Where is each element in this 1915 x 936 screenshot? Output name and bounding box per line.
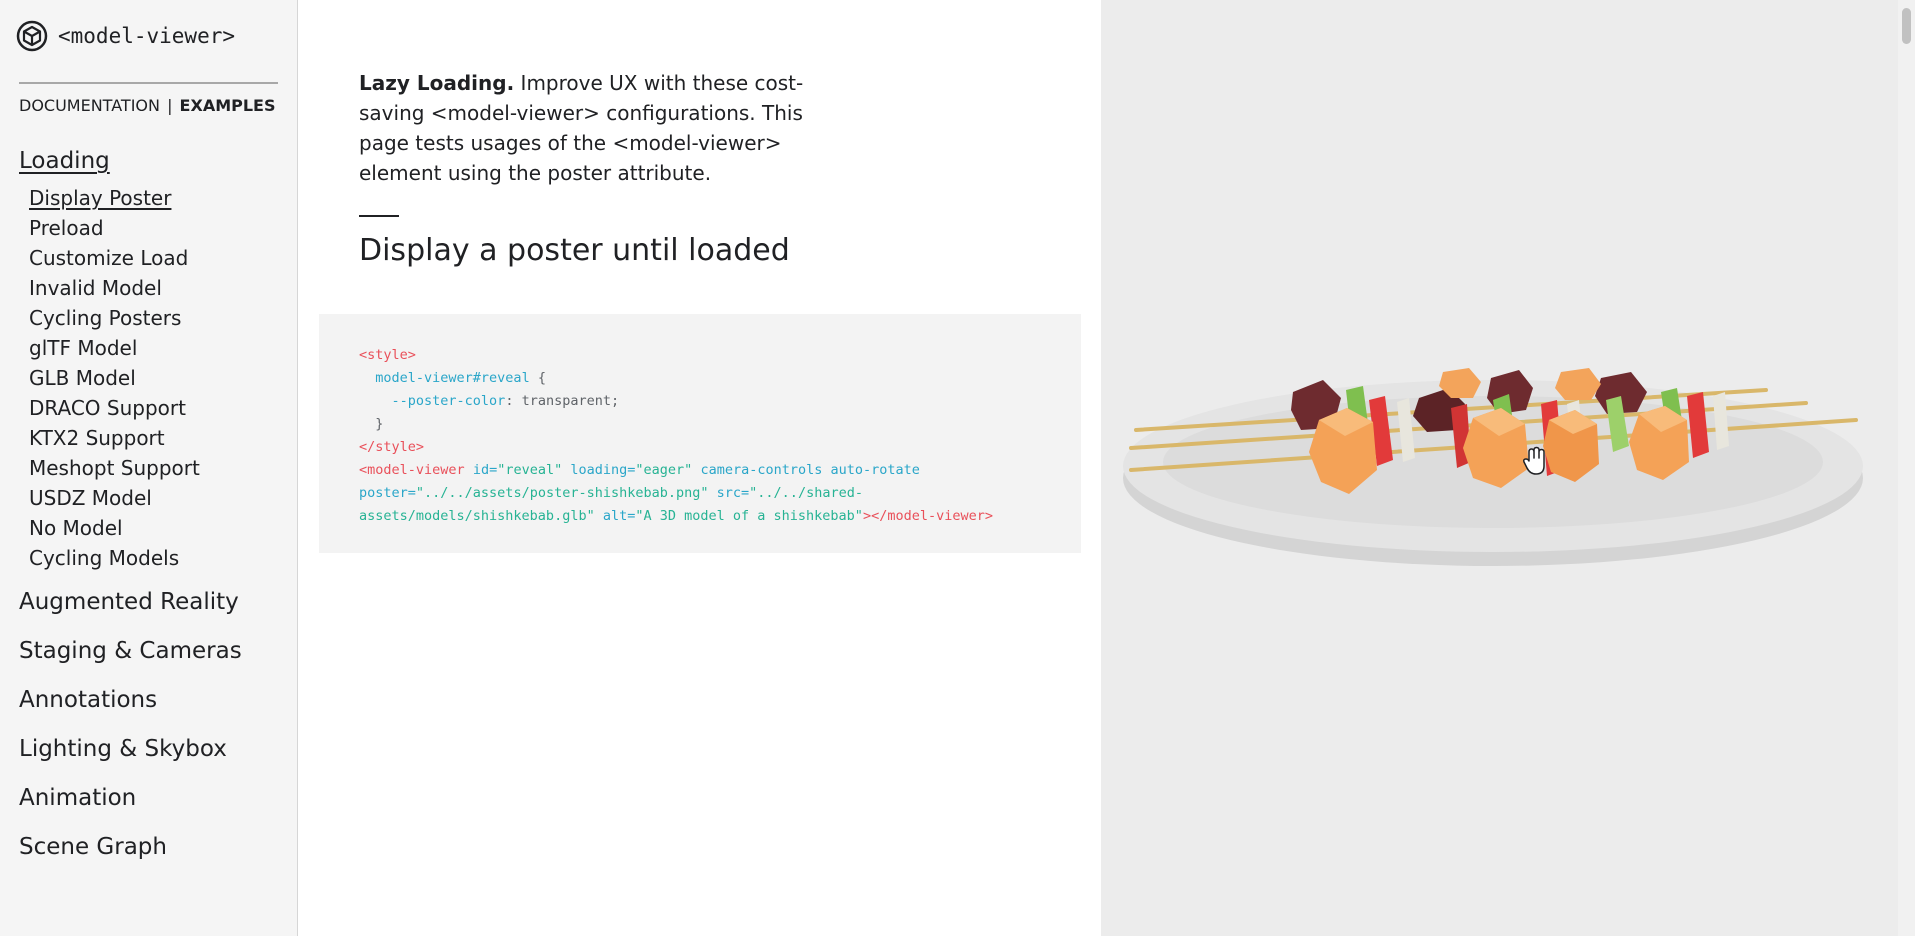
section-divider	[359, 215, 399, 217]
code-token: --poster-color	[391, 393, 506, 409]
category-loading[interactable]: Loading	[19, 148, 110, 174]
hand-grab-cursor-icon	[1523, 446, 1545, 475]
category-animation[interactable]: Animation	[19, 785, 136, 811]
code-token: alt=	[602, 508, 636, 524]
sidebar-item-preload[interactable]: Preload	[29, 216, 104, 240]
sidebar-item-meshopt-support[interactable]: Meshopt Support	[29, 456, 200, 480]
code-block[interactable]: <style> model-viewer#reveal { --poster-c…	[319, 314, 1081, 553]
sidebar-item-draco-support[interactable]: DRACO Support	[29, 396, 186, 420]
model-viewer-canvas[interactable]	[1101, 0, 1898, 936]
intro-paragraph: Lazy Loading. Improve UX with these cost…	[359, 68, 809, 188]
code-token: camera-controls auto-rotate	[700, 462, 920, 478]
nav-examples-link[interactable]: EXAMPLES	[180, 96, 276, 115]
code-token: loading=	[570, 462, 636, 478]
code-token: src=	[716, 485, 750, 501]
code-token: "../../assets/poster-shishkebab.png"	[415, 485, 709, 501]
sidebar-item-cycling-models[interactable]: Cycling Models	[29, 546, 179, 570]
sidebar-item-cycling-posters[interactable]: Cycling Posters	[29, 306, 181, 330]
code-token: : transparent;	[505, 393, 620, 409]
sidebar-item-glb-model[interactable]: GLB Model	[29, 366, 136, 390]
code-token: "reveal"	[497, 462, 563, 478]
sidebar-item-invalid-model[interactable]: Invalid Model	[29, 276, 162, 300]
brand-divider	[19, 82, 278, 84]
sidebar: <model-viewer> DOCUMENTATION | EXAMPLES …	[0, 0, 298, 936]
code-token: assets/models/shishkebab.glb"	[359, 508, 595, 524]
sidebar-item-ktx2-support[interactable]: KTX2 Support	[29, 426, 165, 450]
shishkebab-model	[1123, 368, 1863, 566]
category-augmented-reality[interactable]: Augmented Reality	[19, 589, 239, 615]
code-token: </style>	[359, 439, 425, 455]
page-scrollbar[interactable]	[1898, 0, 1915, 936]
main-content: Lazy Loading. Improve UX with these cost…	[299, 0, 1101, 936]
category-staging-cameras[interactable]: Staging & Cameras	[19, 638, 242, 664]
code-token: <model-viewer	[359, 462, 465, 478]
category-scene-graph[interactable]: Scene Graph	[19, 834, 167, 860]
code-token: "A 3D model of a shishkebab"	[635, 508, 863, 524]
nav-separator: |	[167, 96, 173, 115]
category-annotations[interactable]: Annotations	[19, 687, 157, 713]
brand[interactable]: <model-viewer>	[16, 20, 235, 52]
scrollbar-thumb[interactable]	[1902, 8, 1911, 44]
code-token: ></model-viewer>	[862, 508, 993, 524]
nav-documentation-link[interactable]: DOCUMENTATION	[19, 96, 160, 115]
sidebar-item-no-model[interactable]: No Model	[29, 516, 123, 540]
code-token: {	[529, 370, 546, 386]
code-token: "../../shared-	[749, 485, 863, 501]
brand-name: <model-viewer>	[58, 24, 236, 48]
code-token: model-viewer#reveal	[375, 370, 530, 386]
sidebar-item-customize-load[interactable]: Customize Load	[29, 246, 188, 270]
sidebar-item-display-poster[interactable]: Display Poster	[29, 186, 171, 210]
category-lighting-skybox[interactable]: Lighting & Skybox	[19, 736, 227, 762]
section-title: Display a poster until loaded	[359, 233, 790, 268]
sidebar-item-usdz-model[interactable]: USDZ Model	[29, 486, 152, 510]
model-viewer-cube-icon	[16, 20, 48, 52]
code-token: <style>	[359, 347, 416, 363]
code-token: "eager"	[635, 462, 693, 478]
code-token: id=	[472, 462, 498, 478]
code-token: poster=	[359, 485, 416, 501]
code-token: }	[375, 416, 384, 432]
top-nav: DOCUMENTATION | EXAMPLES	[19, 96, 276, 115]
intro-lead: Lazy Loading.	[359, 71, 515, 95]
sidebar-item-gltf-model[interactable]: glTF Model	[29, 336, 137, 360]
